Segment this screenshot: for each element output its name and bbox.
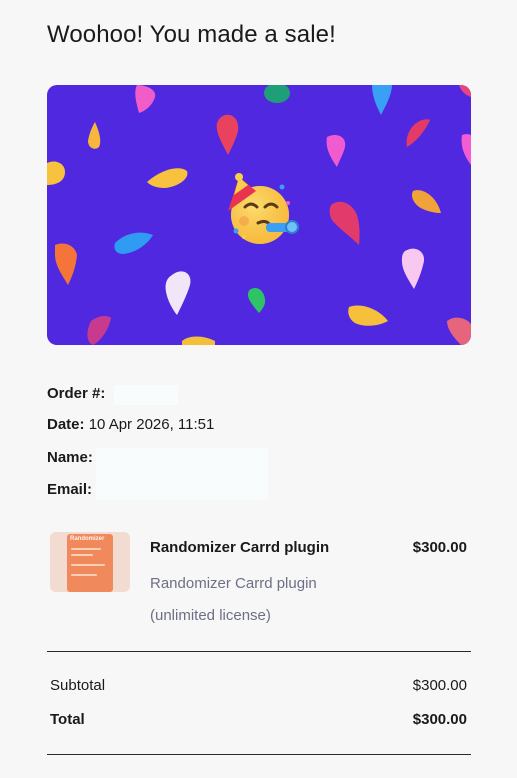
- customer-email-label: Email:: [47, 481, 93, 498]
- thumb-line: [71, 548, 101, 550]
- total-label: Total: [50, 711, 85, 728]
- divider: [47, 754, 471, 755]
- thumb-line: [71, 554, 93, 556]
- product-price: $300.00: [412, 539, 467, 556]
- product-name: Randomizer Carrd plugin: [150, 539, 330, 556]
- product-thumbnail-title: Randomizer: [70, 536, 105, 542]
- order-number-label: Order #:: [47, 385, 106, 402]
- redacted-order-number: [114, 385, 178, 405]
- order-date-value: 10 Apr 2026, 11:51: [88, 416, 215, 433]
- confetti-illustration: [47, 85, 471, 345]
- product-thumbnail: Randomizer: [50, 532, 130, 592]
- order-date-row: Date: 10 Apr 2026, 11:51: [47, 415, 214, 435]
- subtotal-label: Subtotal: [50, 677, 106, 694]
- order-number-row: Order #:: [47, 384, 105, 404]
- divider: [47, 651, 471, 652]
- customer-email-row: Email:: [47, 480, 92, 500]
- product-thumbnail-card: Randomizer: [67, 534, 113, 592]
- thumb-line: [71, 574, 97, 576]
- product-description: Randomizer Carrd plugin (unlimited licen…: [150, 575, 317, 624]
- subtotal-value: $300.00: [412, 677, 467, 694]
- total-value: $300.00: [412, 711, 467, 728]
- page-title: Woohoo! You made a sale!: [47, 21, 336, 48]
- sale-notification-email: Woohoo! You made a sale! Order #: Date: …: [0, 0, 517, 778]
- order-date-label: Date:: [47, 416, 85, 433]
- celebration-banner: [47, 85, 471, 345]
- redacted-customer-details: [96, 448, 268, 500]
- thumb-line: [71, 564, 105, 566]
- customer-name-label: Name:: [47, 449, 93, 466]
- customer-name-row: Name:: [47, 448, 93, 468]
